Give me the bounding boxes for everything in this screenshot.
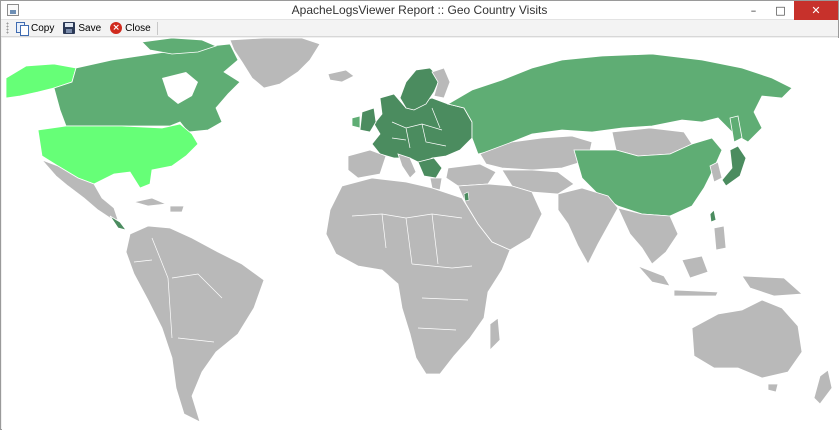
map-sumatra[interactable] (637, 265, 671, 287)
map-united-kingdom[interactable] (359, 107, 377, 133)
map-japan[interactable] (721, 145, 747, 187)
maximize-button[interactable]: □ (767, 1, 794, 20)
map-korea[interactable] (709, 161, 723, 183)
map-south-america[interactable] (125, 225, 265, 423)
map-balkans[interactable] (417, 157, 443, 179)
toolbar: Copy Save × Close (1, 20, 838, 37)
map-iberia[interactable] (347, 149, 387, 179)
copy-button-label: Copy (31, 22, 55, 34)
geo-map[interactable] (2, 38, 839, 430)
window-title: ApacheLogsViewer Report :: Geo Country V… (291, 3, 548, 17)
world-map-svg (5, 38, 833, 423)
map-israel[interactable] (463, 191, 470, 202)
map-taiwan[interactable] (709, 209, 717, 223)
map-central-america-highlight[interactable] (109, 215, 127, 231)
close-button-label: Close (125, 22, 151, 34)
map-southeast-asia[interactable] (617, 207, 679, 265)
map-australia[interactable] (691, 299, 803, 379)
report-window: ApacheLogsViewer Report :: Geo Country V… (0, 0, 839, 430)
map-java[interactable] (673, 289, 719, 297)
window-controls: – □ ✕ (740, 1, 838, 20)
map-india[interactable] (557, 187, 619, 265)
map-ireland[interactable] (351, 115, 361, 129)
copy-icon (16, 22, 29, 36)
toolbar-separator (156, 21, 158, 35)
map-greenland[interactable] (229, 38, 321, 89)
save-icon (63, 22, 76, 34)
copy-button[interactable]: Copy (13, 21, 57, 36)
close-button[interactable]: × Close (107, 21, 154, 36)
map-turkey[interactable] (445, 163, 497, 187)
close-icon: × (110, 22, 123, 34)
map-tasmania[interactable] (767, 383, 779, 393)
save-button-label: Save (78, 22, 102, 34)
map-new-guinea[interactable] (741, 275, 803, 297)
map-borneo[interactable] (681, 255, 709, 279)
map-new-zealand[interactable] (813, 369, 833, 405)
title-bar[interactable]: ApacheLogsViewer Report :: Geo Country V… (1, 1, 838, 20)
map-madagascar[interactable] (489, 317, 501, 351)
map-iceland[interactable] (327, 69, 355, 83)
map-cuba[interactable] (133, 197, 168, 207)
window-close-button[interactable]: ✕ (794, 1, 838, 20)
map-canada[interactable] (53, 43, 241, 133)
minimize-button[interactable]: – (740, 1, 767, 20)
map-philippines[interactable] (713, 225, 727, 251)
save-button[interactable]: Save (60, 21, 104, 36)
toolbar-grip-icon[interactable] (6, 22, 9, 34)
map-hispaniola[interactable] (169, 205, 185, 213)
